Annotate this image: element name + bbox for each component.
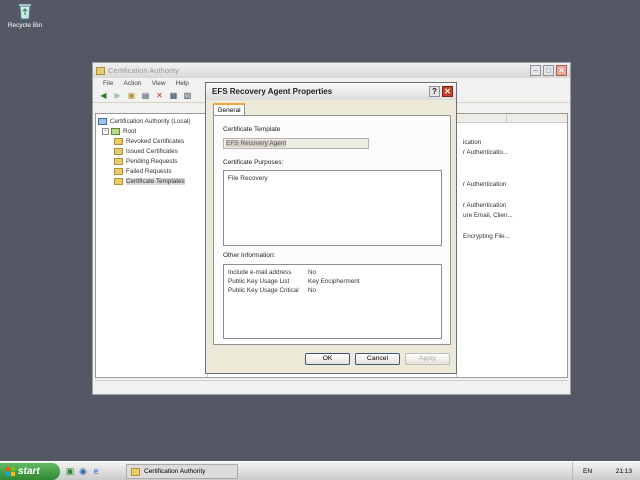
properties-icon[interactable]: ▦: [168, 91, 179, 101]
task-certification-authority[interactable]: Certification Authority: [126, 464, 238, 479]
task-label: Certification Authority: [144, 468, 206, 475]
folder-icon: [114, 177, 123, 185]
clock[interactable]: 21:13: [616, 468, 632, 475]
help-button[interactable]: ?: [429, 86, 440, 97]
cert-template-label: Certificate Template: [223, 126, 281, 133]
close-button[interactable]: ✕: [556, 65, 567, 76]
other-info-list[interactable]: Include e-mail address No Public Key Usa…: [223, 264, 442, 339]
language-indicator[interactable]: EN: [583, 468, 592, 475]
folder-icon: [114, 137, 123, 145]
list-item[interactable]: r Authentication: [463, 181, 506, 188]
export-list-icon[interactable]: ▧: [182, 91, 193, 101]
info-value: No: [308, 269, 317, 276]
menu-help[interactable]: Help: [176, 80, 189, 87]
properties-dialog: EFS Recovery Agent Properties ? ✕ Genera…: [205, 82, 457, 374]
general-tab-panel: Certificate Template EFS Recovery Agent …: [213, 115, 451, 345]
ca-titlebar[interactable]: Certification Authority – □ ✕: [93, 63, 570, 78]
tree-item-revoked[interactable]: Revoked Certificates: [98, 136, 205, 146]
certificate-icon: [111, 127, 120, 135]
delete-icon[interactable]: ✕: [154, 91, 165, 101]
taskbar: start ▣ ◉ e Certification Authority EN 2…: [0, 461, 640, 480]
purposes-label: Certificate Purposes:: [223, 159, 284, 166]
menu-action[interactable]: Action: [123, 80, 141, 87]
list-item[interactable]: r Authentication: [463, 202, 506, 209]
recycle-bin-label: Recycle Bin: [7, 22, 43, 29]
quick-launch-ie-icon[interactable]: e: [90, 465, 102, 477]
status-bar: [95, 380, 568, 392]
info-value: No: [308, 287, 317, 294]
list-item[interactable]: r Authenticatio...: [463, 149, 508, 156]
ok-button[interactable]: OK: [305, 353, 350, 365]
tree-item-ca-local[interactable]: Certification Authority (Local): [98, 116, 205, 126]
other-info-label: Other Information:: [223, 252, 276, 259]
info-key: Public Key Usage Critical: [228, 287, 299, 294]
tree-item-label: Pending Requests: [126, 157, 178, 165]
tree-item-label: Certificate Templates: [126, 177, 185, 185]
tree-item-label: Revoked Certificates: [126, 137, 185, 145]
tree-item-failed[interactable]: Failed Requests: [98, 166, 205, 176]
folder-icon: [114, 157, 123, 165]
tree-item-pending[interactable]: Pending Requests: [98, 156, 205, 166]
ca-app-icon: [131, 467, 140, 476]
forward-arrow-icon[interactable]: ▶: [112, 91, 123, 101]
list-item[interactable]: ure Email, Clien...: [463, 212, 513, 219]
list-header: [457, 114, 567, 123]
purpose-item: File Recovery: [228, 175, 268, 182]
purposes-list[interactable]: File Recovery: [223, 170, 442, 246]
back-arrow-icon[interactable]: ◀: [98, 91, 109, 101]
info-row: Public Key Usage Critical No: [228, 286, 437, 295]
recycle-bin-icon: [16, 2, 34, 20]
info-value: Key Encipherment: [308, 278, 360, 285]
system-tray: EN 21:13: [572, 462, 640, 480]
collapse-icon[interactable]: −: [102, 127, 109, 135]
show-tree-icon[interactable]: ▤: [140, 91, 151, 101]
cert-template-value: EFS Recovery Agent: [226, 140, 287, 147]
cert-template-field[interactable]: EFS Recovery Agent: [223, 138, 369, 149]
start-label: start: [18, 466, 40, 477]
minimize-button[interactable]: –: [530, 65, 541, 76]
tree-item-root[interactable]: − Root: [98, 126, 205, 136]
up-folder-icon[interactable]: ▣: [126, 91, 137, 101]
cancel-button[interactable]: Cancel: [355, 353, 400, 365]
list-item[interactable]: ication: [463, 139, 481, 146]
windows-logo-icon: [6, 467, 15, 476]
apply-button[interactable]: Apply: [405, 353, 450, 365]
tree-item-certificate-templates[interactable]: Certificate Templates: [98, 176, 205, 186]
recycle-bin-shortcut[interactable]: Recycle Bin: [4, 2, 46, 30]
folder-icon: [98, 117, 107, 125]
dialog-titlebar[interactable]: EFS Recovery Agent Properties ? ✕: [206, 83, 456, 100]
dialog-close-button[interactable]: ✕: [442, 86, 453, 97]
dialog-title: EFS Recovery Agent Properties: [212, 87, 333, 96]
tree-item-label: Certification Authority (Local): [110, 117, 191, 125]
start-button[interactable]: start: [0, 463, 60, 480]
quick-launch-explorer-icon[interactable]: ◉: [77, 465, 89, 477]
info-row: Public Key Usage List Key Encipherment: [228, 277, 437, 286]
info-key: Public Key Usage List: [228, 278, 290, 285]
console-tree: Certification Authority (Local) − Root R…: [96, 114, 208, 377]
folder-icon: [114, 167, 123, 175]
column-header[interactable]: [457, 114, 507, 122]
tree-item-label: Issued Certificates: [126, 147, 178, 155]
ca-window-title: Certification Authority: [108, 66, 179, 75]
menu-view[interactable]: View: [152, 80, 166, 87]
tree-item-label: Failed Requests: [126, 167, 172, 175]
quick-launch-desktop-icon[interactable]: ▣: [64, 465, 76, 477]
maximize-button[interactable]: □: [543, 65, 554, 76]
tree-item-label: Root: [123, 127, 137, 135]
folder-icon: [114, 147, 123, 155]
info-key: Include e-mail address: [228, 269, 292, 276]
list-item[interactable]: Encrypting File...: [463, 233, 510, 240]
ca-app-icon: [96, 66, 105, 75]
tree-item-issued[interactable]: Issued Certificates: [98, 146, 205, 156]
template-list: ication r Authenticatio... r Authenticat…: [456, 114, 567, 377]
menu-file[interactable]: File: [103, 80, 113, 87]
info-row: Include e-mail address No: [228, 268, 437, 277]
